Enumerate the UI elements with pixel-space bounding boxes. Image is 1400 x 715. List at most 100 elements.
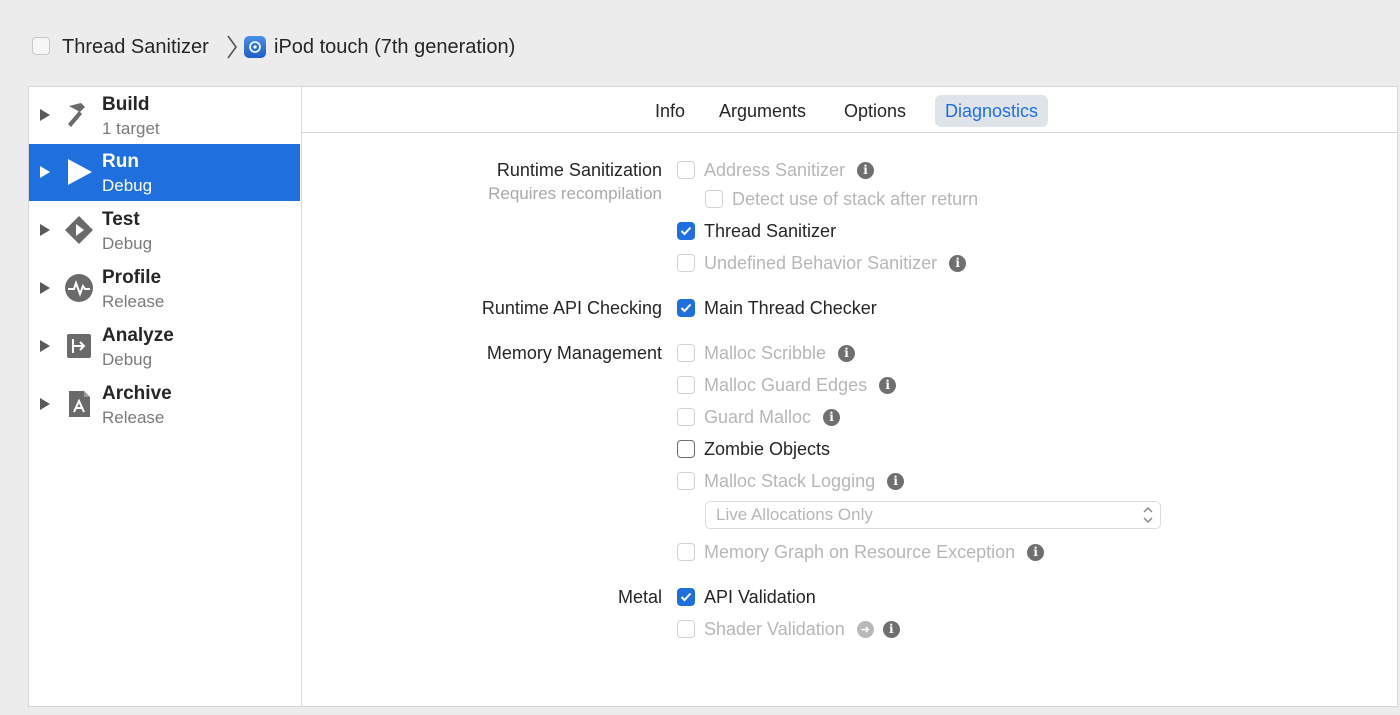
disclosure-triangle-icon[interactable] [40,109,50,121]
api-validation-label: API Validation [704,586,816,607]
malloc-stack-logging-label: Malloc Stack Logging [704,470,876,491]
sidebar-item-run[interactable]: Run Debug [29,144,300,201]
play-icon [68,159,92,185]
address-sanitizer-label: Address Sanitizer [704,159,846,180]
sidebar-item-title: Run [102,151,139,172]
info-icon[interactable]: i [857,161,875,179]
analyze-icon [67,334,91,358]
thread-sanitizer-label: Thread Sanitizer [704,220,837,241]
scheme-editor-panel: Build 1 target Run Debug Test Debug Prof… [28,86,1398,707]
info-icon[interactable]: i [838,344,856,362]
scheme-toolbar: Thread Sanitizer iPod touch (7th generat… [0,0,1400,86]
tab-arguments[interactable]: Arguments [709,95,816,127]
malloc-scribble-checkbox[interactable] [677,344,695,362]
thread-sanitizer-checkbox[interactable] [677,222,695,240]
malloc-stack-logging-option: Malloc Stack Logging i [677,469,905,493]
runtime-api-checking-label: Runtime API Checking [481,298,662,318]
tab-diagnostics[interactable]: Diagnostics [935,95,1049,127]
requires-recompilation-note: Requires recompilation [488,184,662,203]
sidebar-item-title: Profile [102,267,162,288]
disclosure-triangle-icon[interactable] [40,166,50,178]
sidebar-item-subtitle: Debug [102,176,153,195]
checkmark-icon [680,226,692,236]
sidebar-item-subtitle: 1 target [102,119,160,138]
hammer-icon [68,103,85,127]
detect-stack-after-return-checkbox[interactable] [705,190,723,208]
guard-malloc-option: Guard Malloc i [677,405,841,429]
malloc-guard-edges-checkbox[interactable] [677,376,695,394]
sidebar-item-subtitle: Debug [102,350,153,369]
sidebar-item-title: Test [102,209,140,230]
malloc-scribble-option: Malloc Scribble i [677,341,856,365]
disclosure-triangle-icon[interactable] [40,282,50,294]
guard-malloc-checkbox[interactable] [677,408,695,426]
diamond-play-icon [65,216,93,244]
thread-sanitizer-option: Thread Sanitizer [677,219,836,243]
tab-info[interactable]: Info [645,95,695,127]
diagnostics-pane: Info Arguments Options Diagnostics Runti… [301,87,1397,706]
sidebar-item-analyze[interactable]: Analyze Debug [29,318,300,375]
main-thread-checker-option: Main Thread Checker [677,296,877,320]
checkmark-icon [680,592,692,602]
undefined-behavior-sanitizer-option: Undefined Behavior Sanitizer i [677,251,967,275]
api-validation-option: API Validation [677,585,816,609]
scheme-action-sidebar: Build 1 target Run Debug Test Debug Prof… [29,87,302,706]
memory-management-label: Memory Management [486,343,662,363]
shader-validation-checkbox[interactable] [677,620,695,638]
memory-graph-checkbox[interactable] [677,543,695,561]
tab-bar: Info Arguments Options Diagnostics [301,87,1397,133]
malloc-stack-logging-mode-select[interactable]: Live Allocations Only [705,501,1161,529]
archive-icon [69,391,90,417]
sidebar-item-title: Archive [102,383,172,404]
runtime-sanitization-label: Runtime Sanitization [496,160,662,180]
disclosure-triangle-icon[interactable] [40,398,50,410]
waveform-icon [65,274,93,302]
api-validation-checkbox[interactable] [677,588,695,606]
sidebar-item-build[interactable]: Build 1 target [29,87,300,144]
arrow-right-circle-icon[interactable]: ➜ [856,620,874,638]
shader-validation-option: Shader Validation ➜ i [677,617,900,641]
tab-options[interactable]: Options [834,95,916,127]
info-icon[interactable]: i [949,254,967,272]
malloc-guard-edges-option: Malloc Guard Edges i [677,373,897,397]
sidebar-item-subtitle: Release [102,408,165,427]
sidebar-item-title: Analyze [102,325,174,346]
address-sanitizer-checkbox[interactable] [677,161,695,179]
zombie-objects-option: Zombie Objects [677,437,830,461]
disclosure-triangle-icon[interactable] [40,224,50,236]
sidebar-item-subtitle: Release [102,292,165,311]
address-sanitizer-option: Address Sanitizer i [677,158,875,182]
checkmark-icon [680,303,692,313]
main-thread-checker-checkbox[interactable] [677,299,695,317]
info-icon[interactable]: i [887,472,905,490]
malloc-guard-edges-label: Malloc Guard Edges [704,374,868,395]
guard-malloc-label: Guard Malloc [704,406,812,427]
info-icon[interactable]: i [882,620,900,638]
info-icon[interactable]: i [879,376,897,394]
ipod-device-icon [244,36,266,58]
sidebar-item-archive[interactable]: Archive Release [29,376,300,433]
updown-chevron-icon [1143,506,1153,524]
memory-graph-option: Memory Graph on Resource Exception i [677,540,1045,564]
zombie-objects-label: Zombie Objects [704,438,831,459]
chevron-right-icon [227,35,237,59]
metal-label: Metal [617,587,662,607]
shader-validation-label: Shader Validation [704,618,845,639]
memory-graph-label: Memory Graph on Resource Exception [704,541,1016,562]
malloc-scribble-label: Malloc Scribble [704,342,827,363]
info-icon[interactable]: i [823,408,841,426]
disclosure-triangle-icon[interactable] [40,340,50,352]
malloc-stack-logging-checkbox[interactable] [677,472,695,490]
zombie-objects-checkbox[interactable] [677,440,695,458]
sidebar-item-test[interactable]: Test Debug [29,202,300,259]
detect-stack-after-return-label: Detect use of stack after return [732,188,979,209]
undefined-behavior-sanitizer-label: Undefined Behavior Sanitizer [704,252,938,273]
breadcrumb-scheme[interactable]: Thread Sanitizer [62,33,209,61]
info-icon[interactable]: i [1027,543,1045,561]
scheme-icon [32,37,50,55]
sidebar-item-title: Build [102,94,150,115]
detect-stack-after-return-option: Detect use of stack after return [705,187,978,211]
sidebar-item-profile[interactable]: Profile Release [29,260,300,317]
breadcrumb-device[interactable]: iPod touch (7th generation) [274,33,515,61]
undefined-behavior-sanitizer-checkbox[interactable] [677,254,695,272]
